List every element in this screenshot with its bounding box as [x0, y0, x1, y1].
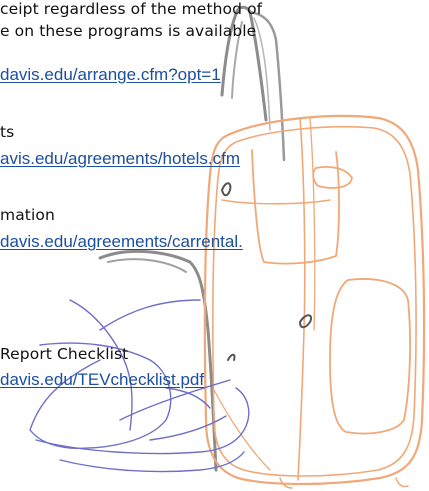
arrange-link[interactable]: davis.edu/arrange.cfm?opt=1 — [0, 66, 221, 84]
hotels-label: ts — [0, 123, 15, 141]
carrental-link[interactable]: davis.edu/agreements/carrental. — [0, 233, 243, 251]
suitcase-icon — [203, 114, 426, 489]
carrental-label: mation — [0, 206, 55, 224]
intro-line-1: ceipt regardless of the method of — [0, 0, 263, 18]
checklist-link[interactable]: davis.edu/TEVchecklist.pdf — [0, 371, 204, 389]
hotels-link[interactable]: avis.edu/agreements/hotels.cfm — [0, 150, 240, 168]
intro-line-2: e on these programs is available — [0, 22, 257, 40]
checklist-label: Report Checklist — [0, 345, 129, 363]
